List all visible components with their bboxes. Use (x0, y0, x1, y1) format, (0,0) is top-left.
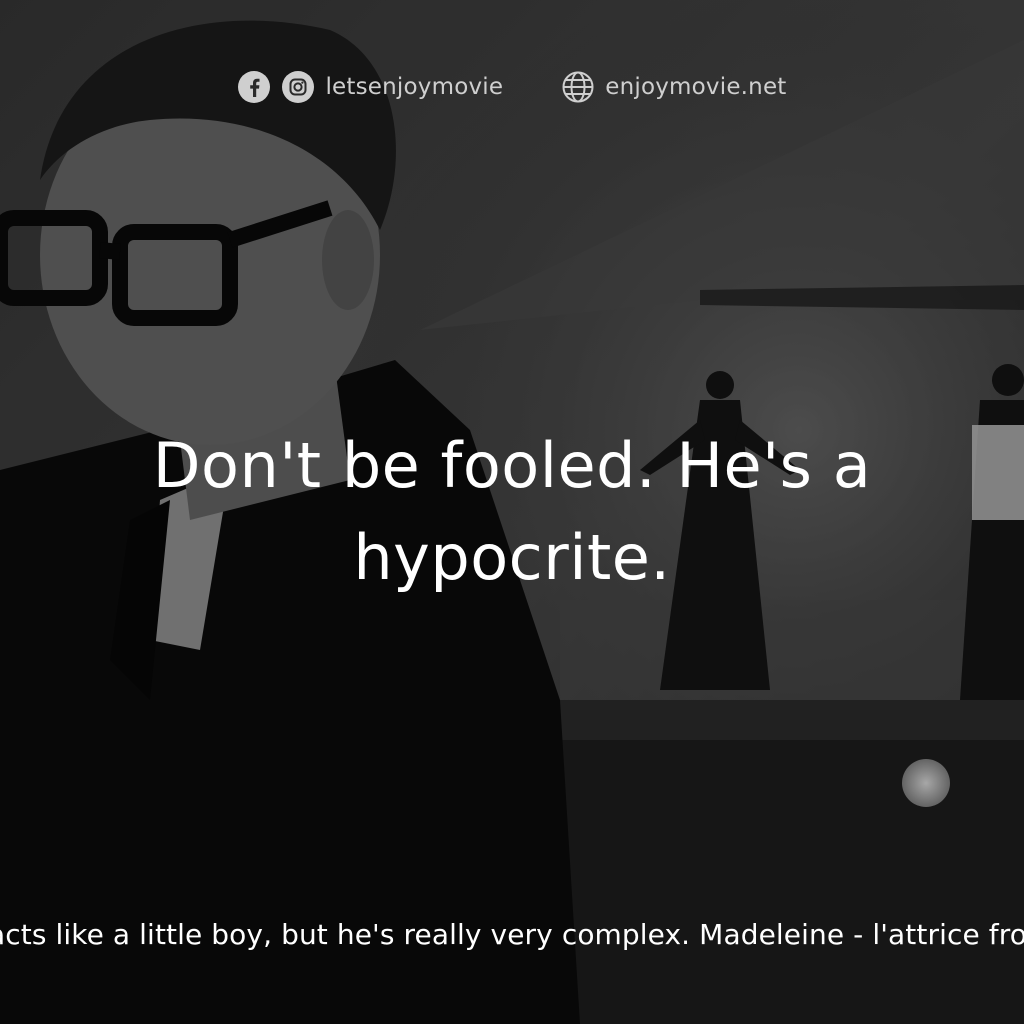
quote-card: letsenjoymovie enjoymovie.net Don't be f… (0, 0, 1024, 1024)
quote-text: Don't be fooled. He's a hypocrite. (152, 429, 872, 594)
quote-attribution: acts like a little boy, but he's really … (0, 918, 1024, 951)
website-link[interactable]: enjoymovie.net (605, 74, 786, 100)
globe-icon[interactable] (561, 70, 595, 104)
social-handle-group[interactable]: letsenjoymovie (237, 70, 503, 104)
website-group[interactable]: enjoymovie.net (561, 70, 786, 104)
instagram-icon[interactable] (281, 70, 315, 104)
social-bar: letsenjoymovie enjoymovie.net (0, 70, 1024, 104)
facebook-icon[interactable] (237, 70, 271, 104)
social-handle[interactable]: letsenjoymovie (325, 74, 503, 100)
